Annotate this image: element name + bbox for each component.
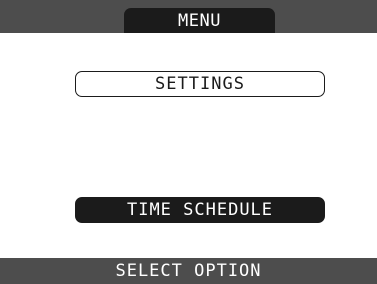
menu-title: MENU <box>124 8 275 33</box>
settings-menu-item[interactable]: SETTINGS <box>75 71 325 97</box>
menu-screen: MENU SETTINGS TIME SCHEDULE SELECT OPTIO… <box>0 0 377 284</box>
header-bar: MENU <box>0 0 377 33</box>
time-schedule-menu-item[interactable]: TIME SCHEDULE <box>75 197 325 223</box>
status-bar: SELECT OPTION <box>0 258 377 284</box>
